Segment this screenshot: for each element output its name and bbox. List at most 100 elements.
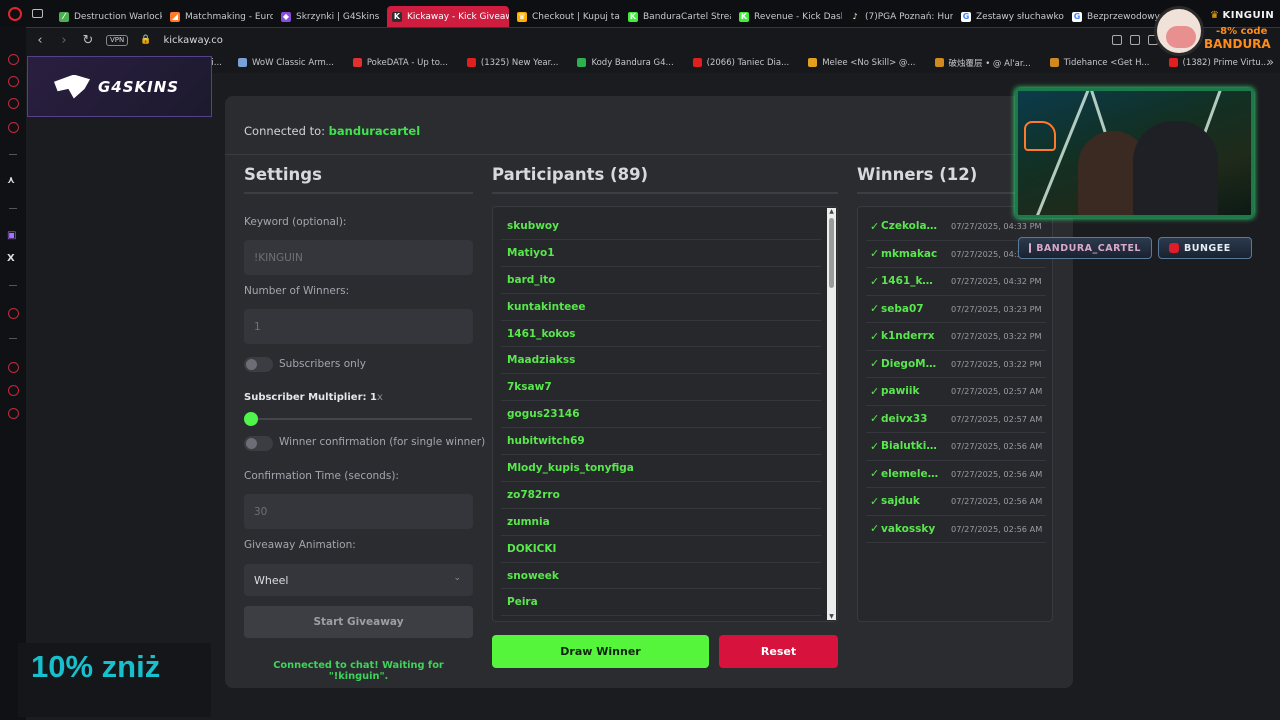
browser-tab[interactable]: G Zestawy słuchawkow xyxy=(956,6,1064,27)
forward-icon[interactable]: › xyxy=(58,33,70,48)
sidebar-extensions-icon[interactable] xyxy=(8,385,19,396)
multiplier-slider-track[interactable] xyxy=(251,418,472,420)
promo-overlay: 10% zniż xyxy=(18,643,211,717)
browser-tab[interactable]: ◢ Matchmaking - Euro xyxy=(165,6,273,27)
bookmark-label: PokeDATA - Up to... xyxy=(366,57,448,68)
scroll-up-icon[interactable]: ▲ xyxy=(827,208,836,215)
subscribers-only-toggle[interactable] xyxy=(244,357,273,372)
participants-list: skubwoy Matiyo1 bard_ito kuntakinteee 1461_k… xyxy=(501,213,821,617)
start-giveaway-button[interactable]: Start Giveaway xyxy=(244,606,473,638)
sidebar-messenger-icon[interactable] xyxy=(8,76,19,87)
connected-channel: banduracartel xyxy=(328,124,421,138)
bookmark-item[interactable]: PokeDATA - Up to... xyxy=(352,57,448,69)
participants-scrollbar[interactable]: ▲ ▼ xyxy=(827,208,836,620)
reload-icon[interactable]: ↻ xyxy=(82,33,94,48)
scroll-down-icon[interactable]: ▼ xyxy=(827,613,836,620)
subscribers-only-label: Subscribers only xyxy=(279,358,366,370)
instagram-icon xyxy=(1029,243,1032,253)
sidebar-x-icon[interactable]: X xyxy=(7,253,15,264)
animation-select[interactable]: Wheel ⌄ xyxy=(244,564,473,596)
multiplier-text: Subscriber Multiplier: 1 xyxy=(244,392,377,403)
bookmark-label: WoW Classic Arm... xyxy=(252,57,334,68)
promo-text: 10% zniż xyxy=(31,649,161,684)
tab-favicon-icon: ⁄ xyxy=(59,11,69,22)
opera-logo-icon[interactable] xyxy=(8,6,22,21)
sidebar-settings-icon[interactable] xyxy=(8,408,19,419)
sidebar-twitch-icon[interactable]: ▣ xyxy=(7,230,16,241)
pin-icon[interactable] xyxy=(1112,35,1122,45)
bookmark-favicon-icon xyxy=(1168,58,1178,67)
bookmark-item[interactable]: WoW Classic Arm... xyxy=(238,57,334,69)
winner-name: pawiik xyxy=(881,385,920,398)
winner-timestamp: 07/27/2025, 02:56 AM xyxy=(951,441,1043,452)
browser-tab[interactable]: ⁄ Destruction Warlock xyxy=(54,6,162,27)
winners-count-input[interactable]: 1 xyxy=(244,309,473,344)
winner-name: Czekolad... xyxy=(881,220,939,233)
sidebar-divider xyxy=(9,154,17,155)
participant-row: DOKICKI xyxy=(501,536,821,563)
bungee-text: BUNGEE xyxy=(1184,242,1231,254)
winner-confirmation-toggle[interactable] xyxy=(244,436,273,451)
sidebar-clock-icon[interactable] xyxy=(8,362,19,373)
participant-row: Mlody_kupis_tonyfiga xyxy=(501,455,821,482)
tab-overview-icon[interactable] xyxy=(32,9,43,18)
sidebar-music-icon[interactable] xyxy=(8,122,19,133)
reset-button[interactable]: Reset xyxy=(719,635,838,668)
participant-row: Peira xyxy=(501,589,821,617)
animation-label: Giveaway Animation: xyxy=(244,539,356,551)
bookmark-item[interactable]: (1382) Prime Virtu... xyxy=(1168,57,1269,69)
checkmark-icon: ✓ xyxy=(870,439,880,453)
tab-title: Kickaway - Kick Giveaw xyxy=(407,11,509,22)
bookmark-item[interactable]: (1325) New Year... xyxy=(466,57,559,69)
penguin-face-icon xyxy=(1166,26,1196,48)
draw-winner-button[interactable]: Draw Winner xyxy=(492,635,709,668)
bookmark-favicon-icon xyxy=(352,58,362,67)
bookmark-label: (1325) New Year... xyxy=(480,57,559,68)
keyword-input[interactable]: !KINGUIN xyxy=(244,240,473,275)
participant-row: 7ksaw7 xyxy=(501,374,821,402)
bookmark-favicon-icon xyxy=(1049,58,1059,67)
animation-value: Wheel xyxy=(254,573,289,587)
sidebar-history-icon[interactable] xyxy=(8,308,19,319)
kinguin-code: -8% code xyxy=(1216,26,1268,37)
sidebar-instagram-icon[interactable] xyxy=(8,98,19,109)
sidebar-aria-icon[interactable] xyxy=(8,54,19,65)
scroll-thumb[interactable] xyxy=(829,218,834,288)
winner-name: seba07 xyxy=(881,302,924,315)
multiplier-slider-thumb[interactable] xyxy=(244,412,258,426)
participant-row: zo782rro xyxy=(501,482,821,509)
browser-tab[interactable]: ♛ Checkout | Kupuj tan xyxy=(512,6,620,27)
back-icon[interactable]: ‹ xyxy=(34,33,46,48)
bookmark-item[interactable]: 破烛覆层 • @ Al'ar... xyxy=(934,57,1031,69)
sidebar-kick-icon[interactable]: ⋏ xyxy=(7,175,15,186)
browser-tab[interactable]: ◆ Skrzynki | G4Skins xyxy=(276,6,384,27)
bookmark-item[interactable]: Tidehance <Get H... xyxy=(1049,57,1150,69)
toggle-knob xyxy=(246,359,257,370)
browser-tab[interactable]: K Kickaway - Kick Giveaw xyxy=(387,6,509,27)
bookmark-item[interactable]: Kody Bandura G4... xyxy=(577,57,674,69)
winner-timestamp: 07/27/2025, 03:22 PM xyxy=(951,331,1042,342)
bookmark-favicon-icon xyxy=(577,58,587,67)
url-field[interactable]: kickaway.co xyxy=(163,35,222,46)
instagram-handle-text: BANDURA_CARTEL xyxy=(1036,242,1141,254)
browser-tab[interactable]: K BanduraCartel Stream xyxy=(623,6,731,27)
vpn-badge[interactable]: VPN xyxy=(106,34,129,46)
checkmark-icon: ✓ xyxy=(870,412,880,426)
participant-row: 1461_kokos xyxy=(501,321,821,348)
browser-tab[interactable]: ♪ (7)PGA Poznań: Hun xyxy=(845,6,953,27)
snapshot-icon[interactable] xyxy=(1130,35,1140,45)
winner-row: ✓ pawiik 07/27/2025, 02:57 AM xyxy=(866,378,1046,406)
participant-row: snoweek xyxy=(501,563,821,590)
bookmark-item[interactable]: Melee <No Skill> @... xyxy=(808,57,916,69)
lock-icon[interactable]: 🔒 xyxy=(140,35,151,45)
confirmation-time-input[interactable]: 30 xyxy=(244,494,473,529)
bookmark-item[interactable]: (2066) Taniec Dia... xyxy=(692,57,789,69)
participants-list-box[interactable]: skubwoy Matiyo1 bard_ito kuntakinteee 1461_k… xyxy=(492,206,838,622)
kinguin-code-name: BANDURA xyxy=(1204,37,1271,51)
checkmark-icon: ✓ xyxy=(870,384,880,398)
settings-title: Settings xyxy=(244,165,322,184)
g4skins-logo-text: G4SKINS xyxy=(98,77,180,96)
browser-tab[interactable]: K Revenue - Kick Dash xyxy=(734,6,842,27)
winner-row: ✓ sajduk 07/27/2025, 02:56 AM xyxy=(866,488,1046,516)
browser-left-icons xyxy=(0,6,54,21)
